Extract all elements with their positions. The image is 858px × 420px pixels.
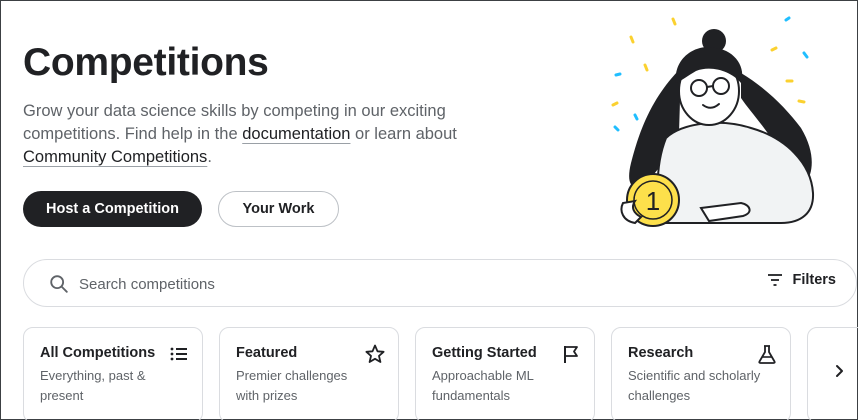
filters-button[interactable]: Filters	[766, 272, 836, 288]
page-description: Grow your data science skills by competi…	[23, 102, 457, 166]
search-input[interactable]	[79, 272, 679, 296]
category-card-featured[interactable]: Featured Premier challenges with prizes	[219, 327, 399, 420]
filter-icon	[768, 274, 783, 286]
host-competition-button[interactable]: Host a Competition	[23, 191, 202, 227]
category-title: Research	[628, 345, 694, 361]
category-card-research[interactable]: Research Scientific and scholarly challe…	[611, 327, 791, 420]
chevron-right-icon	[836, 365, 843, 377]
category-title: Featured	[236, 345, 298, 361]
category-subtitle: Premier challenges with prizes	[236, 368, 348, 403]
category-title: Getting Started	[432, 345, 537, 361]
documentation-link[interactable]: documentation	[242, 125, 350, 143]
category-subtitle: Scientific and scholarly challenges	[628, 368, 761, 403]
search-bar: Filters	[23, 259, 857, 307]
coin-label: 1	[646, 186, 660, 216]
category-title: All Competitions	[40, 345, 156, 361]
category-card-getting-started[interactable]: Getting Started Approachable ML fundamen…	[415, 327, 595, 420]
community-competitions-link[interactable]: Community Competitions	[23, 148, 207, 166]
list-icon	[170, 347, 187, 361]
next-categories-button[interactable]	[824, 356, 854, 386]
category-card-all-competitions[interactable]: All Competitions Everything, past & pres…	[23, 327, 203, 420]
competitions-illustration: 1	[611, 16, 815, 227]
category-subtitle: Everything, past & present	[40, 368, 146, 403]
search-icon	[50, 275, 68, 293]
your-work-button[interactable]: Your Work	[218, 191, 339, 227]
flask-icon	[758, 345, 776, 364]
page-title: Competitions	[23, 41, 269, 84]
category-subtitle: Approachable ML fundamentals	[432, 368, 534, 403]
star-icon	[365, 344, 385, 363]
filters-label: Filters	[792, 272, 836, 288]
flag-icon	[564, 346, 578, 363]
